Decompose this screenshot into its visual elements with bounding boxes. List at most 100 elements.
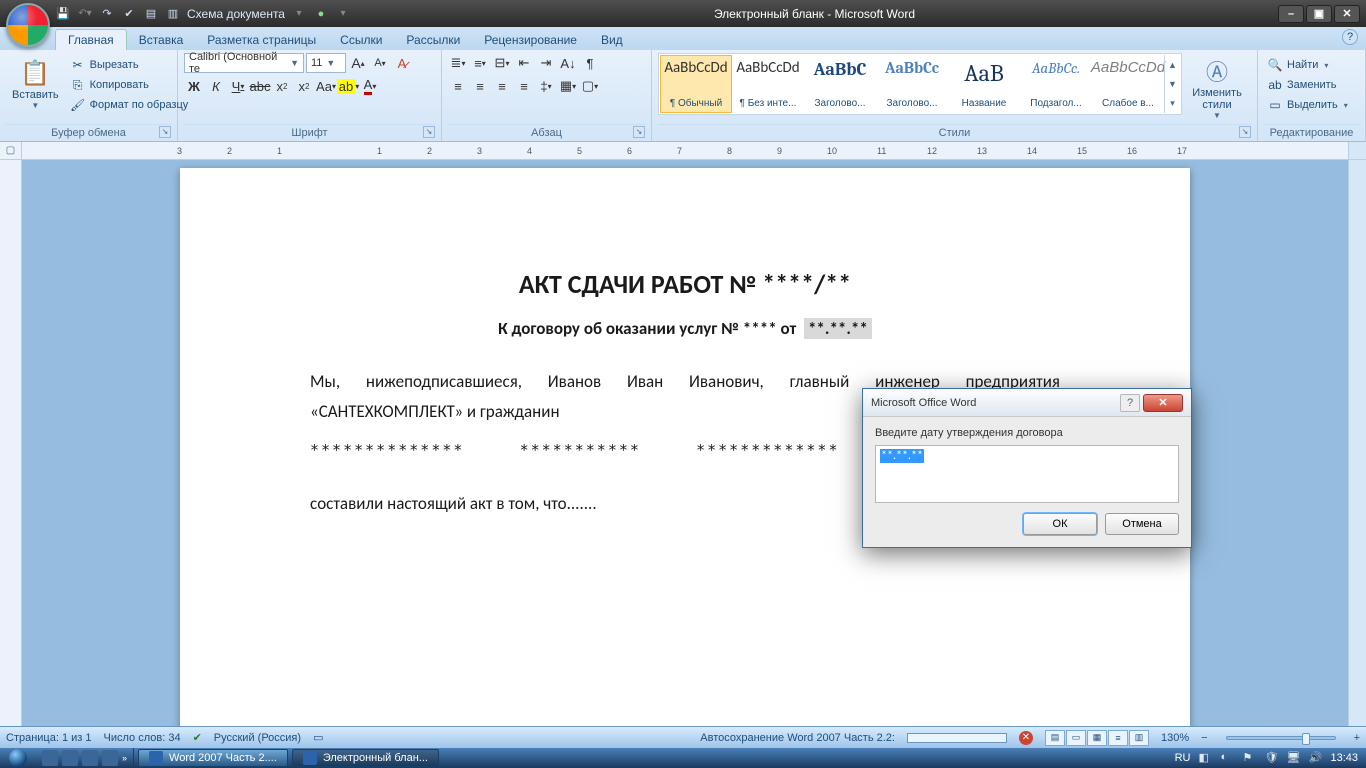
strike-button[interactable]: abc — [250, 76, 270, 96]
tab-home[interactable]: Главная — [55, 29, 127, 50]
status-proof-icon[interactable]: ✔ — [193, 731, 202, 744]
styles-launcher[interactable]: ↘ — [1239, 126, 1251, 138]
qat-orb-icon[interactable]: ● — [313, 6, 329, 22]
help-button[interactable]: ? — [1342, 29, 1358, 45]
close-button[interactable]: ✕ — [1334, 5, 1360, 23]
save-icon[interactable]: 💾 — [55, 6, 71, 22]
ql-item-3[interactable] — [82, 750, 98, 766]
qat-doc2-icon[interactable]: ▥ — [165, 6, 181, 22]
qat-doc-icon[interactable]: ▤ — [143, 6, 159, 22]
office-button[interactable] — [6, 3, 50, 47]
horizontal-ruler[interactable]: 321 123 456 789 101112 131415 1617 — [22, 142, 1348, 159]
start-button[interactable] — [0, 748, 36, 768]
ruler-toggle[interactable] — [1348, 142, 1366, 159]
style-subtle[interactable]: AaBbCcDdСлабое в... — [1092, 55, 1164, 113]
dialog-close-button[interactable]: ✕ — [1143, 394, 1183, 412]
borders-button[interactable]: ▢▾ — [580, 76, 600, 96]
change-styles-button[interactable]: Ⓐ Изменить стили ▼ — [1186, 53, 1248, 122]
task-word-doc-2[interactable]: Электронный блан... — [292, 749, 439, 767]
tray-icon-3[interactable]: ⚑ — [1242, 751, 1256, 765]
tray-clock[interactable]: 13:43 — [1330, 752, 1358, 764]
align-center-button[interactable]: ≡ — [470, 76, 490, 96]
undo-icon[interactable]: ↶▾ — [77, 6, 93, 22]
status-words[interactable]: Число слов: 34 — [104, 732, 181, 744]
line-spacing-button[interactable]: ‡▾ — [536, 76, 556, 96]
view-print-layout[interactable]: ▤ — [1045, 730, 1065, 746]
format-painter-button[interactable]: 🖌Формат по образцу — [67, 96, 192, 114]
subscript-button[interactable]: x2 — [272, 76, 292, 96]
shrink-font-button[interactable]: A▾ — [370, 53, 390, 73]
dialog-input[interactable]: **.**.** — [875, 445, 1179, 503]
align-left-button[interactable]: ≡ — [448, 76, 468, 96]
numbering-button[interactable]: ≡▾ — [470, 53, 490, 73]
dialog-help-button[interactable]: ? — [1120, 394, 1140, 412]
view-draft[interactable]: ▥ — [1129, 730, 1149, 746]
tab-layout[interactable]: Разметка страницы — [195, 30, 328, 50]
clear-format-button[interactable]: A̷ — [392, 53, 412, 73]
italic-button[interactable]: К — [206, 76, 226, 96]
cut-button[interactable]: ✂Вырезать — [67, 56, 192, 74]
minimize-button[interactable]: – — [1278, 5, 1304, 23]
vertical-scrollbar[interactable] — [1348, 160, 1366, 748]
select-button[interactable]: ▭Выделить▾ — [1264, 96, 1359, 114]
style-title[interactable]: AaBНазвание — [948, 55, 1020, 113]
tray-icon-4[interactable]: 🛡 — [1264, 751, 1278, 765]
task-word-doc-1[interactable]: Word 2007 Часть 2.... — [138, 749, 288, 767]
tray-lang[interactable]: RU — [1175, 752, 1191, 764]
bullets-button[interactable]: ≣▾ — [448, 53, 468, 73]
underline-button[interactable]: Ч▾ — [228, 76, 248, 96]
status-page[interactable]: Страница: 1 из 1 — [6, 732, 92, 744]
paragraph-launcher[interactable]: ↘ — [633, 126, 645, 138]
status-macro-icon[interactable]: ▭ — [313, 731, 323, 744]
dialog-cancel-button[interactable]: Отмена — [1105, 513, 1179, 535]
dialog-ok-button[interactable]: ОК — [1023, 513, 1097, 535]
ruler-corner[interactable]: ▢ — [0, 142, 22, 159]
status-language[interactable]: Русский (Россия) — [214, 732, 301, 744]
style-subtitle[interactable]: AaBbCc.Подзагол... — [1020, 55, 1092, 113]
ql-more[interactable]: » — [122, 753, 127, 763]
style-heading2[interactable]: AaBbCcЗаголово... — [876, 55, 948, 113]
highlight-button[interactable]: ab▾ — [338, 76, 358, 96]
bold-button[interactable]: Ж — [184, 76, 204, 96]
ql-item-4[interactable] — [102, 750, 118, 766]
zoom-out-button[interactable]: − — [1201, 732, 1207, 744]
qat-more-icon[interactable]: ▾ — [291, 6, 307, 22]
gallery-scroll[interactable]: ▲▼▾ — [1164, 55, 1180, 113]
justify-button[interactable]: ≡ — [514, 76, 534, 96]
indent-inc-button[interactable]: ⇥ — [536, 53, 556, 73]
maximize-button[interactable]: ▣ — [1306, 5, 1332, 23]
clipboard-launcher[interactable]: ↘ — [159, 126, 171, 138]
dialog-titlebar[interactable]: Microsoft Office Word ? ✕ — [863, 389, 1191, 417]
status-zoom[interactable]: 130% — [1161, 732, 1189, 744]
tab-references[interactable]: Ссылки — [328, 30, 394, 50]
redo-icon[interactable]: ↷ — [99, 6, 115, 22]
qat-customize-icon[interactable]: ▾ — [335, 6, 351, 22]
vertical-ruler[interactable] — [0, 160, 22, 748]
indent-dec-button[interactable]: ⇤ — [514, 53, 534, 73]
shading-button[interactable]: ▦▾ — [558, 76, 578, 96]
font-launcher[interactable]: ↘ — [423, 126, 435, 138]
paste-button[interactable]: 📋 Вставить ▼ — [6, 53, 65, 114]
zoom-in-button[interactable]: + — [1354, 732, 1360, 744]
font-color-button[interactable]: A▾ — [360, 76, 380, 96]
qat-check-icon[interactable]: ✔ — [121, 6, 137, 22]
change-case-button[interactable]: Aa▾ — [316, 76, 336, 96]
tab-insert[interactable]: Вставка — [127, 30, 196, 50]
font-name-combo[interactable]: Calibri (Основной те▼ — [184, 53, 304, 73]
qat-schema-label[interactable]: Схема документа — [187, 7, 285, 21]
autosave-cancel[interactable]: ✕ — [1019, 731, 1033, 745]
tray-icon-5[interactable]: 🖥 — [1286, 751, 1300, 765]
tab-mailings[interactable]: Рассылки — [394, 30, 472, 50]
font-size-combo[interactable]: 11▼ — [306, 53, 346, 73]
tray-icon-2[interactable]: ◐ — [1220, 751, 1234, 765]
superscript-button[interactable]: x2 — [294, 76, 314, 96]
style-normal[interactable]: AaBbCcDd¶ Обычный — [660, 55, 732, 113]
tab-view[interactable]: Вид — [589, 30, 635, 50]
view-full-screen[interactable]: ▭ — [1066, 730, 1086, 746]
show-marks-button[interactable]: ¶ — [580, 53, 600, 73]
ql-item-2[interactable] — [62, 750, 78, 766]
grow-font-button[interactable]: A▴ — [348, 53, 368, 73]
tab-review[interactable]: Рецензирование — [472, 30, 589, 50]
zoom-slider[interactable] — [1226, 736, 1336, 740]
multilevel-button[interactable]: ⊟▾ — [492, 53, 512, 73]
